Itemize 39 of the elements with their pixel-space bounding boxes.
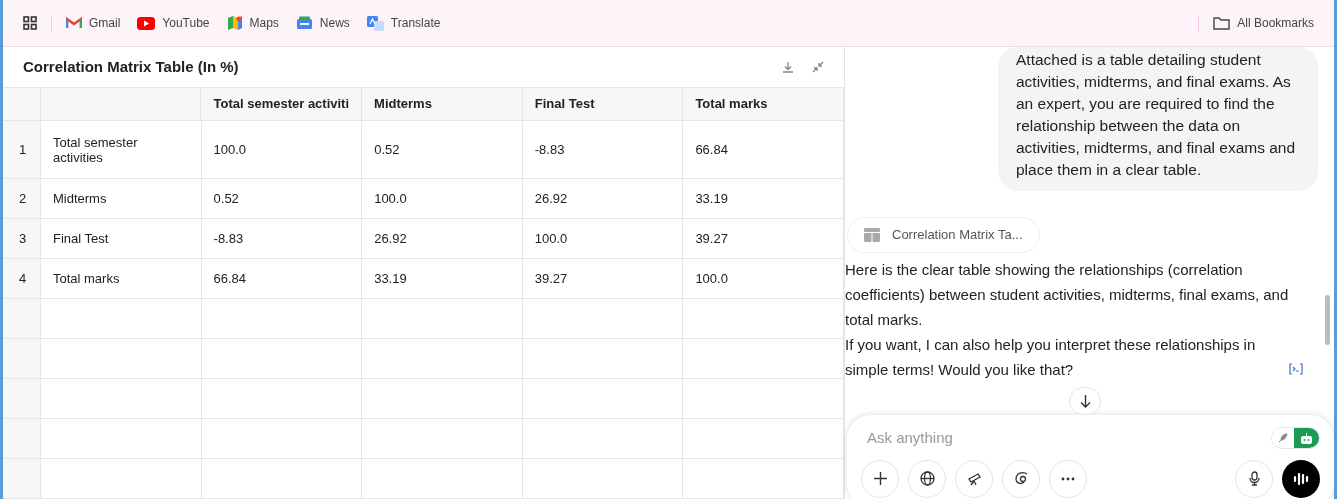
- table-cell: 33.19: [362, 259, 523, 298]
- table-cell: 26.92: [362, 219, 523, 258]
- table-cell: 0.52: [362, 121, 523, 178]
- table-cell: 66.84: [201, 259, 363, 298]
- table-cell: -8.83: [201, 219, 363, 258]
- row-number: 1: [3, 121, 41, 178]
- table-cell: Midterms: [40, 179, 202, 218]
- table-cell: 33.19: [683, 179, 844, 218]
- bookmark-link[interactable]: YouTube: [137, 14, 210, 32]
- table-cell: 100.0: [362, 179, 523, 218]
- row-number: 2: [3, 179, 41, 218]
- reply-text: If you want, I can also help you interpret these relationships in simple terms! Would you like that?: [845, 335, 1257, 380]
- table-title: Correlation Matrix Table (In %): [23, 56, 239, 77]
- table-cell: -8.83: [522, 121, 684, 178]
- reply-text: Here is the clear table showing the relationships (correlation coefficients) between student activities, midterms, final exams, and total marks.: [845, 260, 1290, 330]
- table-cell: 39.27: [522, 259, 684, 298]
- table-cell: 0.52: [201, 179, 363, 218]
- ask-input-field[interactable]: Ask anything: [867, 427, 1167, 450]
- column-header: Total semester activiti: [201, 88, 363, 120]
- table-cell: Final Test: [40, 219, 202, 258]
- table-cell: 26.92: [522, 179, 684, 218]
- table-cell: Total semester activities: [40, 121, 202, 178]
- bookmark-link[interactable]: Gmail: [66, 14, 121, 32]
- table-cell: 100.0: [522, 219, 684, 258]
- table-cell: Total marks: [40, 259, 202, 298]
- column-header: Total marks: [683, 88, 845, 120]
- row-number: 4: [3, 259, 41, 298]
- table-cell: 100.0: [683, 259, 844, 298]
- table-cell: 66.84: [683, 121, 844, 178]
- row-number: 3: [3, 219, 41, 258]
- user-message: Attached is a table detailing student activities, midterms, and final exams. As an expert, you are required to find the relationship between the data on activities, midterms, and final exams and place them in a clear table.: [998, 47, 1318, 191]
- column-header: Final Test: [522, 88, 684, 120]
- table-cell: 100.0: [201, 121, 363, 178]
- bookmark-link[interactable]: Translate: [366, 14, 441, 32]
- bookmark-link[interactable]: Maps: [226, 14, 279, 32]
- column-header: Midterms: [362, 88, 523, 120]
- bookmark-link[interactable]: News: [295, 14, 350, 32]
- all-bookmarks-link[interactable]: All Bookmarks: [1213, 14, 1314, 32]
- table-cell: 39.27: [683, 219, 844, 258]
